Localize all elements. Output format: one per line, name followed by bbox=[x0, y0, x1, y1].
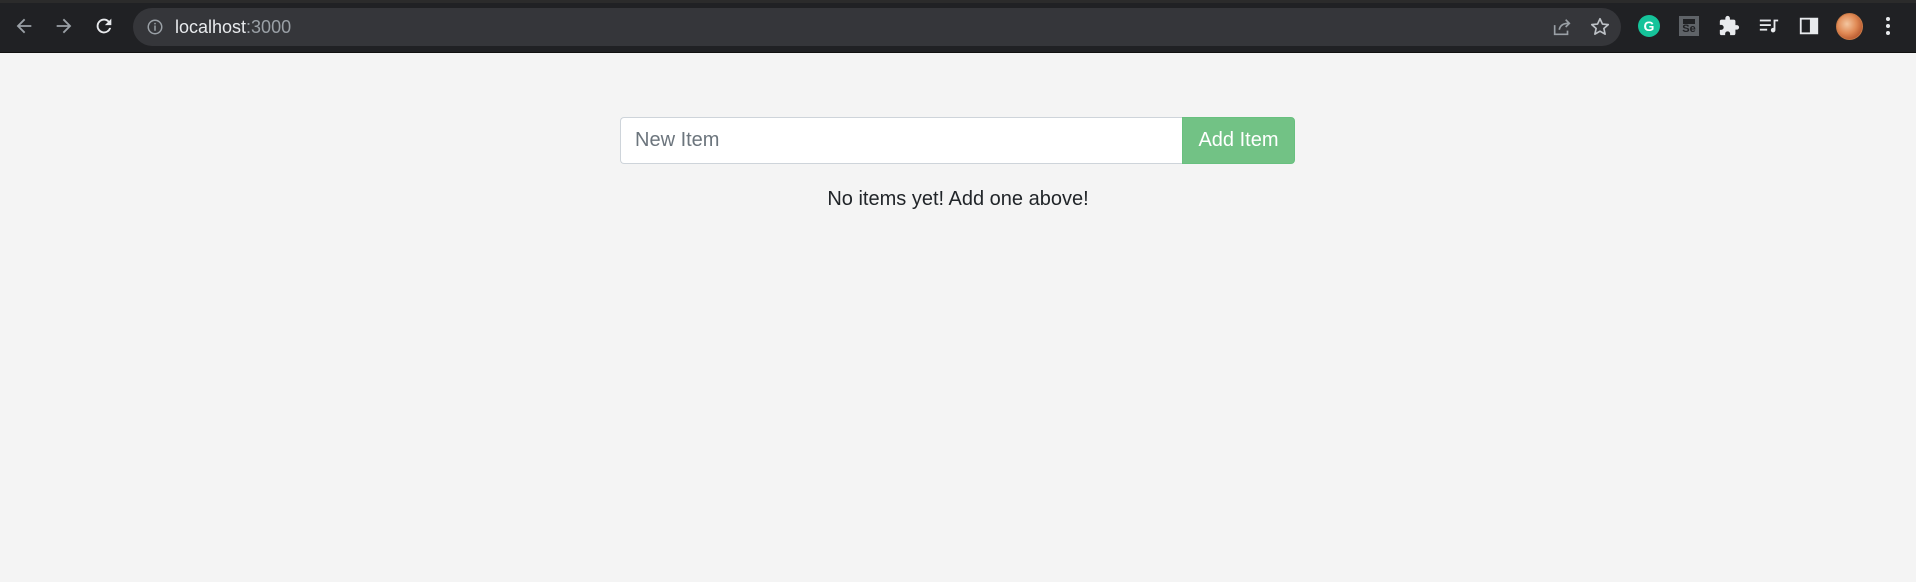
grammarly-extension[interactable]: G bbox=[1637, 14, 1661, 38]
add-item-form: Add Item bbox=[620, 117, 1295, 164]
side-panel-button[interactable] bbox=[1797, 14, 1821, 38]
add-item-button[interactable]: Add Item bbox=[1182, 117, 1295, 164]
url-port: :3000 bbox=[246, 17, 292, 37]
browser-toolbar: localhost:3000 G Se bbox=[0, 0, 1916, 53]
more-options-icon[interactable] bbox=[1883, 14, 1893, 38]
kebab-dot bbox=[1886, 24, 1890, 28]
selenium-icon: Se bbox=[1679, 16, 1699, 36]
selenium-extension[interactable]: Se bbox=[1677, 14, 1701, 38]
back-button[interactable] bbox=[9, 11, 39, 41]
grammarly-icon: G bbox=[1638, 15, 1660, 37]
side-panel-icon bbox=[1799, 17, 1819, 35]
url-host: localhost bbox=[175, 17, 247, 37]
forward-button[interactable] bbox=[49, 11, 79, 41]
share-icon[interactable] bbox=[1551, 16, 1573, 38]
info-icon[interactable] bbox=[146, 18, 164, 36]
tab-strip-edge bbox=[0, 0, 1916, 3]
forward-icon bbox=[56, 18, 72, 34]
back-icon bbox=[16, 18, 32, 34]
media-queue-button[interactable] bbox=[1757, 14, 1781, 38]
kebab-dot bbox=[1886, 17, 1890, 21]
reload-button[interactable] bbox=[89, 11, 119, 41]
kebab-dot bbox=[1886, 31, 1890, 35]
media-queue-icon bbox=[1759, 19, 1779, 33]
reload-icon bbox=[96, 18, 112, 34]
address-bar[interactable]: localhost:3000 bbox=[133, 8, 1621, 46]
new-item-input[interactable] bbox=[620, 117, 1182, 164]
extensions-puzzle-icon bbox=[1719, 15, 1740, 36]
extensions-button[interactable] bbox=[1717, 14, 1741, 38]
empty-state-message: No items yet! Add one above! bbox=[827, 188, 1089, 210]
bookmark-star-icon[interactable] bbox=[1589, 16, 1611, 38]
profile-avatar[interactable] bbox=[1836, 13, 1863, 40]
page-content: Add Item No items yet! Add one above! bbox=[0, 54, 1916, 582]
url-text[interactable]: localhost:3000 bbox=[175, 17, 291, 37]
